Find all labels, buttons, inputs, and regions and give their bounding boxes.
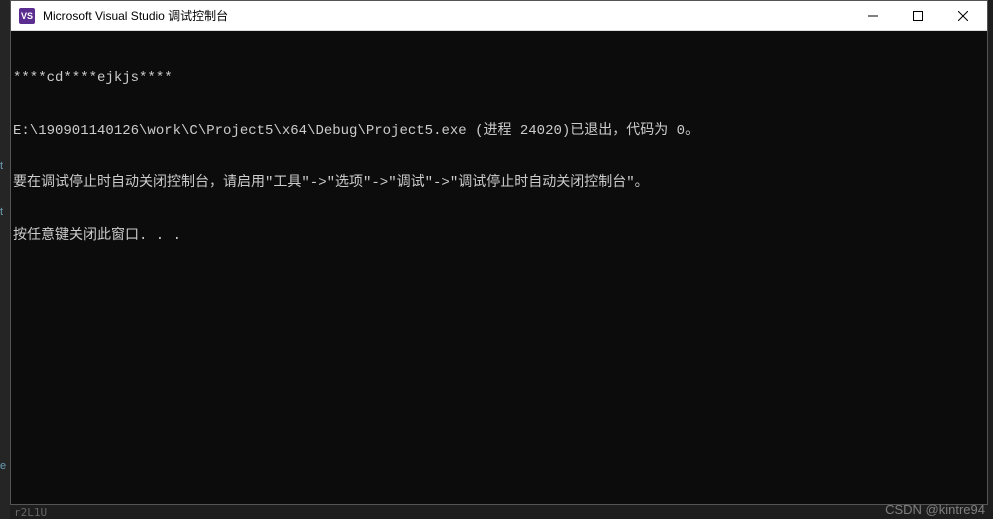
gutter-char: e bbox=[0, 460, 6, 473]
console-line: 要在调试停止时自动关闭控制台，请启用"工具"->"选项"->"调试"->"调试停… bbox=[13, 175, 985, 193]
close-icon bbox=[958, 11, 968, 21]
window-controls bbox=[850, 1, 985, 30]
bottom-fragment: r2L1U bbox=[14, 506, 47, 519]
gutter-char: t bbox=[0, 160, 3, 173]
gutter-char: t bbox=[0, 206, 3, 219]
window-title: Microsoft Visual Studio 调试控制台 bbox=[43, 7, 850, 24]
console-output[interactable]: ****cd****ejkjs**** E:\190901140126\work… bbox=[11, 31, 987, 504]
console-line: 按任意键关闭此窗口. . . bbox=[13, 228, 985, 246]
close-button[interactable] bbox=[940, 1, 985, 30]
minimize-icon bbox=[868, 11, 878, 21]
console-line: E:\190901140126\work\C\Project5\x64\Debu… bbox=[13, 123, 985, 141]
watermark-text: CSDN @kintre94 bbox=[885, 502, 985, 517]
minimize-button[interactable] bbox=[850, 1, 895, 30]
console-line: ****cd****ejkjs**** bbox=[13, 70, 985, 88]
visual-studio-icon: VS bbox=[19, 8, 35, 24]
editor-gutter-fragment: t t e bbox=[0, 0, 10, 519]
maximize-button[interactable] bbox=[895, 1, 940, 30]
maximize-icon bbox=[913, 11, 923, 21]
console-window: VS Microsoft Visual Studio 调试控制台 ****cd*… bbox=[10, 0, 988, 505]
titlebar[interactable]: VS Microsoft Visual Studio 调试控制台 bbox=[11, 1, 987, 31]
